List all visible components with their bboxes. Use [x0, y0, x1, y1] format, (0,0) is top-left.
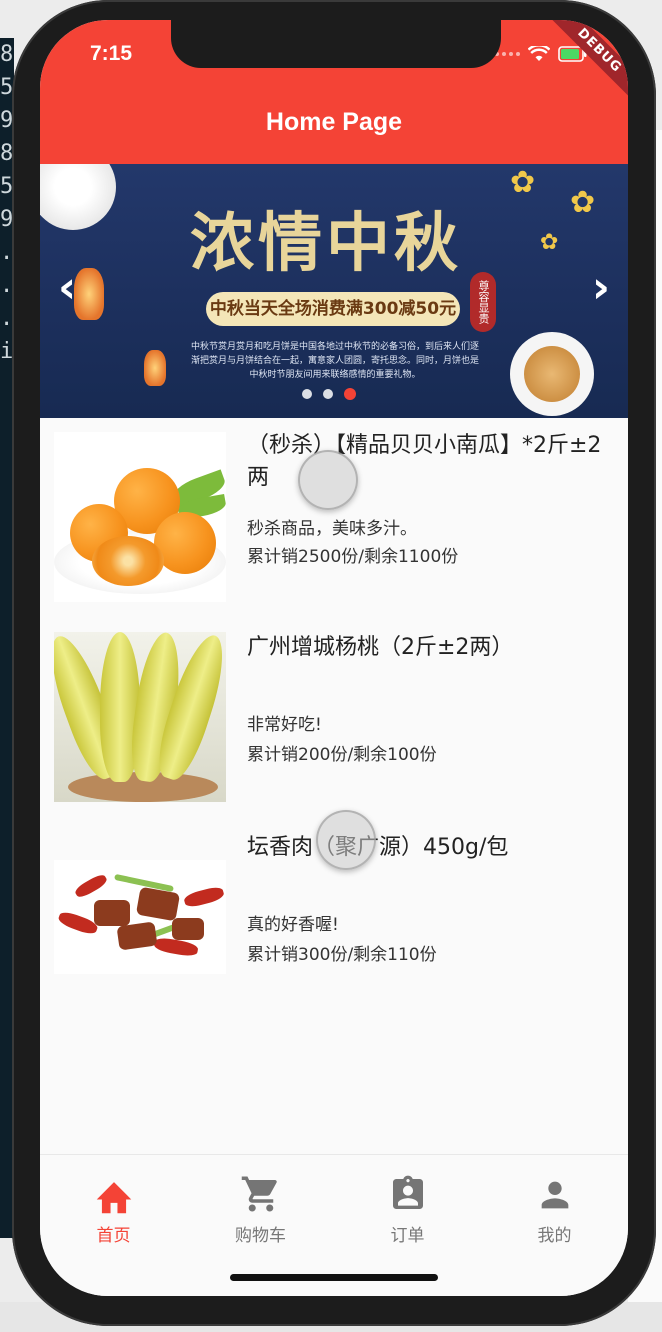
phone-frame: 7:15 DEBUG Home Page ✿ ✿ ✿ 浓情中秋 尊容显贵 中秋当… — [12, 0, 656, 1326]
product-sales: 累计销2500份/剩余1100份 — [247, 547, 459, 567]
debug-banner: DEBUG — [545, 20, 628, 105]
product-sales: 累计销200份/剩余100份 — [247, 745, 437, 765]
nav-item-home[interactable]: 首页 — [40, 1171, 187, 1246]
product-subtitle: 非常好吃! — [247, 715, 322, 735]
phone-screen: 7:15 DEBUG Home Page ✿ ✿ ✿ 浓情中秋 尊容显贵 中秋当… — [40, 20, 628, 1296]
person-icon — [541, 1181, 568, 1209]
lantern-image — [144, 350, 166, 386]
product-image-oranges — [54, 432, 226, 602]
nav-label: 我的 — [537, 1226, 572, 1246]
home-indicator[interactable] — [230, 1274, 438, 1281]
nav-label: 首页 — [96, 1226, 131, 1246]
nav-label: 订单 — [390, 1226, 425, 1246]
list-item[interactable]: 广州增城杨桃（2斤±2两） 非常好吃! 累计销200份/剩余100份 — [40, 616, 628, 816]
notch — [171, 20, 501, 68]
banner-promo: 中秋当天全场消费满300减50元 — [206, 292, 460, 326]
nav-item-cart[interactable]: 购物车 — [187, 1171, 334, 1246]
promo-carousel[interactable]: ✿ ✿ ✿ 浓情中秋 尊容显贵 中秋当天全场消费满300减50元 中秋节赏月赏月… — [40, 164, 628, 418]
flower-icon: ✿ — [570, 185, 596, 220]
flower-icon: ✿ — [510, 165, 536, 200]
product-sales: 累计销300份/剩余110份 — [247, 945, 437, 965]
flower-icon: ✿ — [540, 230, 559, 255]
banner-headline: 浓情中秋 — [190, 206, 462, 281]
touch-indicator — [298, 450, 358, 510]
product-image-starfruit — [54, 632, 226, 802]
signal-icon — [495, 52, 520, 56]
carousel-prev-button[interactable]: ‹ — [58, 266, 76, 310]
nav-item-profile[interactable]: 我的 — [481, 1171, 628, 1246]
carousel-dot-active[interactable] — [344, 388, 356, 400]
page-title: Home Page — [265, 108, 403, 136]
carousel-pagination — [302, 388, 356, 400]
status-icons — [495, 46, 588, 62]
product-subtitle: 真的好香喔! — [247, 915, 339, 935]
carousel-dot[interactable] — [302, 389, 312, 399]
cart-icon — [241, 1176, 277, 1212]
carousel-dot[interactable] — [323, 389, 333, 399]
mooncake-image — [510, 332, 594, 416]
home-icon — [96, 1182, 131, 1214]
product-title: 坛香肉（聚广源）450g/包 — [247, 835, 509, 860]
banner-seal: 尊容显贵 — [470, 272, 496, 332]
rice-plate-image — [40, 164, 116, 230]
nav-label: 购物车 — [235, 1226, 286, 1246]
status-time: 7:15 — [90, 42, 133, 65]
list-item[interactable]: （秒杀）【精品贝贝小南瓜】*2斤±2两 秒杀商品，美味多汁。 累计销2500份/… — [40, 418, 628, 616]
product-subtitle: 秒杀商品，美味多汁。 — [247, 519, 417, 539]
nav-item-orders[interactable]: 订单 — [334, 1171, 481, 1246]
wifi-icon — [528, 46, 550, 61]
product-title: 广州增城杨桃（2斤±2两） — [247, 635, 514, 660]
order-icon — [392, 1175, 423, 1209]
banner-description: 中秋节赏月赏月和吃月饼是中国各地过中秋节的必备习俗，到后来人们逐渐把赏月与月饼结… — [190, 342, 479, 380]
lantern-image — [74, 268, 104, 320]
product-image-braised-pork — [54, 860, 226, 974]
carousel-next-button[interactable]: › — [592, 266, 610, 310]
touch-indicator — [316, 810, 376, 870]
